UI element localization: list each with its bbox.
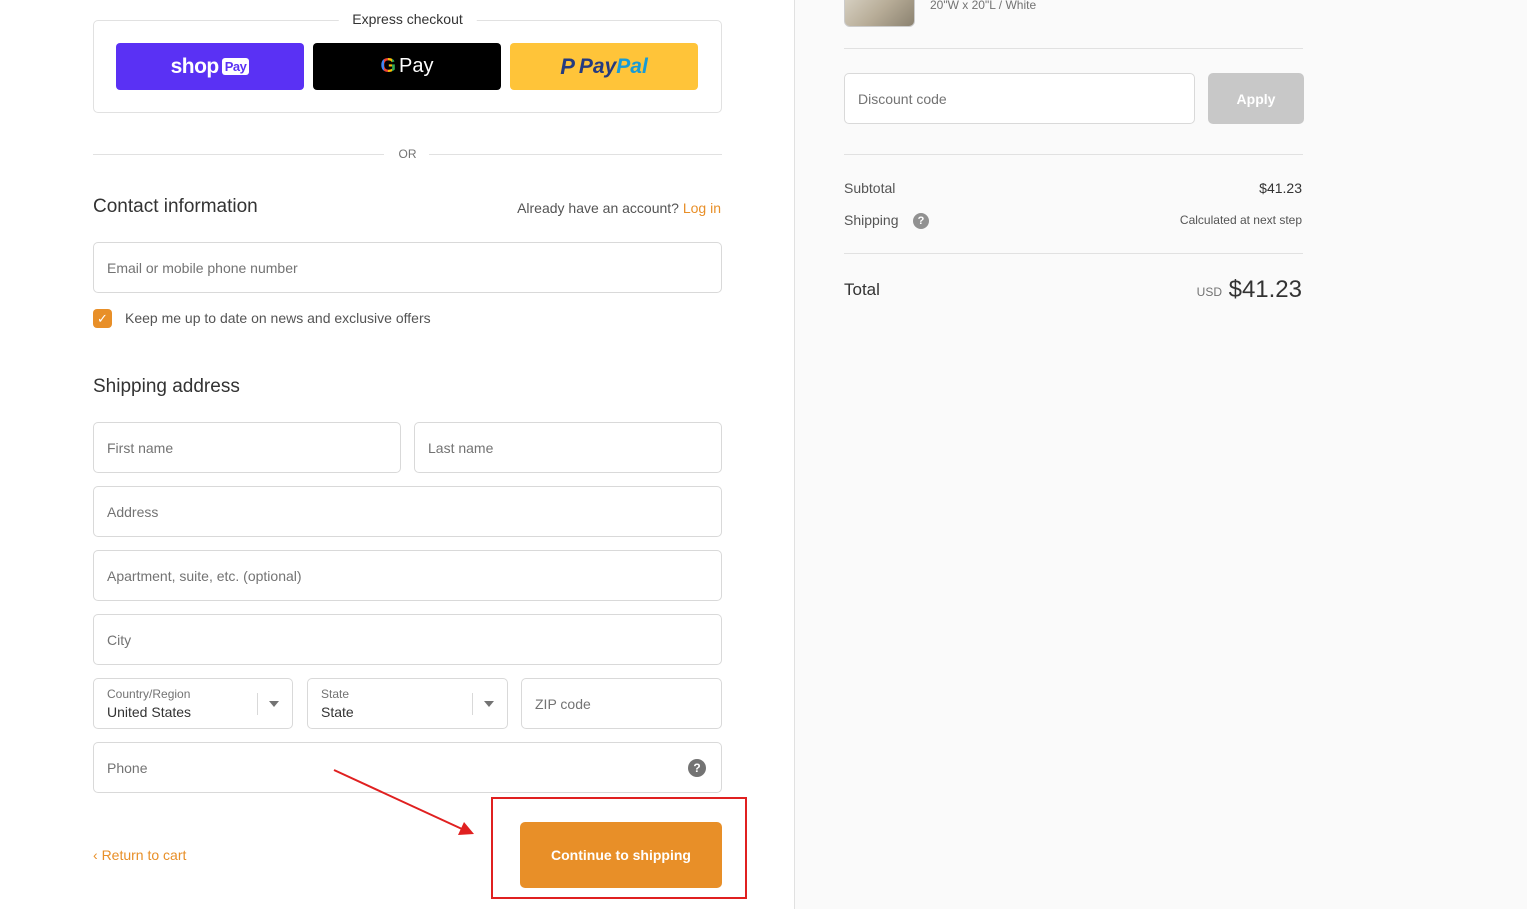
- subtotal-value: $41.23: [1259, 180, 1302, 196]
- paypal-pay-label: Pay: [578, 54, 617, 78]
- email-field[interactable]: Email or mobile phone number: [93, 242, 722, 293]
- product-thumbnail: [844, 0, 915, 27]
- shop-pay-button[interactable]: shop Pay: [116, 43, 304, 90]
- apply-discount-button[interactable]: Apply: [1208, 73, 1304, 124]
- paypal-icon: P: [560, 53, 575, 79]
- paypal-pal-label: Pal: [616, 54, 648, 78]
- subtotal-label: Subtotal: [844, 180, 896, 196]
- phone-placeholder: Phone: [107, 760, 148, 776]
- address-placeholder: Address: [107, 504, 159, 520]
- shipping-note: Calculated at next step: [1179, 213, 1302, 227]
- zip-placeholder: ZIP code: [535, 696, 591, 712]
- country-label: Country/Region: [107, 687, 191, 701]
- country-value: United States: [107, 704, 192, 720]
- state-value: State: [321, 704, 354, 720]
- return-to-cart-label: Return to cart: [101, 847, 187, 863]
- shop-pay-badge: Pay: [221, 58, 250, 75]
- state-select[interactable]: State State: [307, 678, 508, 729]
- chevron-down-icon: [484, 701, 494, 707]
- newsletter-label: Keep me up to date on news and exclusive…: [125, 310, 431, 326]
- shop-pay-label: shop: [170, 54, 220, 78]
- contact-title: Contact information: [93, 196, 258, 217]
- country-separator: [257, 693, 258, 715]
- total-value: $41.23: [1228, 276, 1302, 303]
- login-link[interactable]: Log in: [683, 200, 721, 216]
- newsletter-row: ✓ Keep me up to date on news and exclusi…: [93, 308, 431, 328]
- first-name-field[interactable]: First name: [93, 422, 401, 473]
- discount-code-placeholder: Discount code: [858, 91, 947, 107]
- apartment-placeholder: Apartment, suite, etc. (optional): [107, 568, 302, 584]
- chevron-left-icon: ‹: [93, 847, 98, 863]
- address-field[interactable]: Address: [93, 486, 722, 537]
- help-icon[interactable]: ?: [688, 759, 706, 777]
- account-prompt: Already have an account? Log in: [517, 200, 721, 216]
- express-checkout-title: Express checkout: [338, 11, 477, 27]
- last-name-field[interactable]: Last name: [414, 422, 722, 473]
- order-summary-panel: 20"W x 20"L / White Discount code Apply …: [794, 0, 1527, 909]
- phone-field[interactable]: Phone ?: [93, 742, 722, 793]
- annotation-highlight-box: [491, 797, 747, 899]
- chevron-down-icon: [269, 701, 279, 707]
- email-placeholder: Email or mobile phone number: [107, 260, 298, 276]
- city-field[interactable]: City: [93, 614, 722, 665]
- country-select[interactable]: Country/Region United States: [93, 678, 293, 729]
- product-variant: 20"W x 20"L / White: [930, 0, 1037, 12]
- or-text: OR: [398, 147, 417, 161]
- summary-divider: [844, 154, 1303, 155]
- state-separator: [472, 693, 473, 715]
- express-checkout: Express checkout shop Pay G Pay P Pay Pal: [93, 11, 722, 113]
- account-prompt-text: Already have an account?: [517, 200, 679, 216]
- shipping-label: Shipping: [844, 212, 899, 228]
- google-pay-label: Pay: [399, 55, 434, 77]
- last-name-placeholder: Last name: [428, 440, 494, 456]
- newsletter-checkbox[interactable]: ✓: [93, 308, 112, 328]
- apply-discount-label: Apply: [1236, 90, 1276, 107]
- state-label: State: [321, 687, 350, 701]
- shipping-help-icon[interactable]: ?: [913, 213, 929, 229]
- currency-code: USD: [1196, 285, 1222, 299]
- shipping-title: Shipping address: [93, 376, 240, 397]
- first-name-placeholder: First name: [107, 440, 174, 456]
- paypal-button[interactable]: P Pay Pal: [510, 43, 698, 90]
- discount-code-field[interactable]: Discount code: [844, 73, 1195, 124]
- return-to-cart-link[interactable]: ‹ Return to cart: [93, 847, 186, 863]
- checkout-form-panel: Express checkout shop Pay G Pay P Pay Pal…: [0, 0, 794, 909]
- or-line-left: [93, 154, 384, 155]
- or-line-right: [429, 154, 722, 155]
- summary-divider: [844, 253, 1303, 254]
- apartment-field[interactable]: Apartment, suite, etc. (optional): [93, 550, 722, 601]
- or-divider: OR: [93, 146, 722, 164]
- google-g-icon: G: [380, 55, 397, 77]
- summary-divider: [844, 48, 1303, 49]
- google-pay-button[interactable]: G Pay: [313, 43, 501, 90]
- total-label: Total: [844, 280, 880, 299]
- city-placeholder: City: [107, 632, 132, 648]
- zip-field[interactable]: ZIP code: [521, 678, 722, 729]
